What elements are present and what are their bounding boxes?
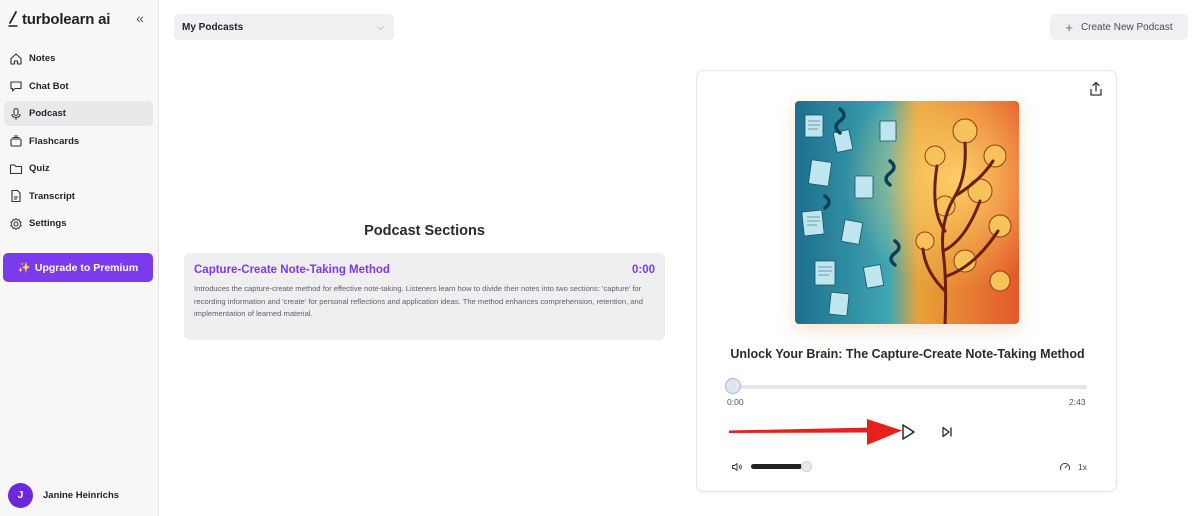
- sidebar-item-flashcards[interactable]: Flashcards: [4, 129, 153, 154]
- sidebar-item-label: Settings: [29, 218, 67, 229]
- section-description: Introduces the capture-create method for…: [194, 284, 643, 318]
- annotation-arrow-icon: [729, 419, 902, 445]
- sidebar-item-label: Flashcards: [29, 135, 80, 147]
- section-card[interactable]: Capture-Create Note-Taking Method 0:00 I…: [184, 253, 665, 340]
- volume-handle[interactable]: [801, 461, 812, 472]
- upgrade-button[interactable]: ✨ Upgrade to Premium: [3, 253, 153, 282]
- app-name: turbolearn ai: [22, 10, 111, 28]
- sidebar-item-label: Quiz: [29, 163, 50, 174]
- episode-title: Unlock Your Brain: The Capture-Create No…: [730, 347, 1085, 361]
- collapse-sidebar-icon[interactable]: «: [133, 11, 147, 25]
- pen-logo-icon: [8, 11, 18, 27]
- volume-level: [751, 464, 802, 469]
- chat-icon: [9, 79, 23, 93]
- sidebar-item-label: Chat Bot: [29, 80, 69, 92]
- sidebar-item-podcast[interactable]: Podcast: [4, 101, 153, 126]
- upgrade-label: Upgrade to Premium: [34, 261, 139, 274]
- sidebar-item-notes[interactable]: Notes: [4, 46, 153, 71]
- folder-icon: [9, 162, 23, 176]
- progress-track[interactable]: [733, 385, 1087, 389]
- skip-next-icon[interactable]: [940, 425, 954, 439]
- volume-icon[interactable]: [731, 461, 743, 473]
- gear-icon: [9, 217, 23, 231]
- user-name: Janine Heinrichs: [43, 490, 120, 501]
- app-logo[interactable]: turbolearn ai: [8, 10, 110, 28]
- sparkle-icon: ✨: [17, 262, 31, 274]
- current-time: 0:00: [727, 397, 744, 407]
- sidebar-item-quiz[interactable]: Quiz: [4, 156, 153, 181]
- sidebar-item-label: Notes: [29, 53, 56, 64]
- avatar: J: [8, 483, 33, 508]
- sidebar-item-settings[interactable]: Settings: [4, 211, 153, 236]
- section-title: Capture-Create Note-Taking Method: [194, 264, 390, 276]
- create-podcast-label: Create New Podcast: [1080, 21, 1173, 33]
- user-profile[interactable]: J Janine Heinrichs: [8, 483, 119, 508]
- microphone-icon: [9, 107, 23, 121]
- share-icon[interactable]: [1088, 81, 1104, 97]
- sections-heading: Podcast Sections: [364, 223, 485, 239]
- speedometer-icon: [1060, 463, 1070, 471]
- sidebar-item-chat-bot[interactable]: Chat Bot: [4, 74, 153, 99]
- document-icon: [9, 189, 23, 203]
- podcast-select[interactable]: My Podcasts ⌵: [174, 14, 394, 40]
- chevron-down-icon: ⌵: [377, 21, 384, 32]
- section-timestamp[interactable]: 0:00: [632, 264, 655, 276]
- create-podcast-button[interactable]: + Create New Podcast: [1050, 14, 1188, 40]
- sidebar-item-label: Transcript: [29, 190, 75, 202]
- sidebar-item-transcript[interactable]: Transcript: [4, 184, 153, 209]
- sidebar: turbolearn ai « Notes Chat Bot Podcast F: [0, 0, 159, 516]
- playback-speed[interactable]: 1x: [1078, 462, 1087, 472]
- podcast-cover-image: [795, 101, 1019, 324]
- home-icon: [9, 52, 23, 66]
- podcast-select-value: My Podcasts: [182, 21, 244, 33]
- cover-art: [795, 101, 1019, 324]
- plus-icon: +: [1065, 19, 1073, 35]
- progress-handle[interactable]: [725, 378, 741, 394]
- duration: 2:43: [1069, 397, 1086, 407]
- sidebar-item-label: Podcast: [29, 108, 66, 119]
- cards-icon: [9, 134, 23, 148]
- sidebar-nav: Notes Chat Bot Podcast Flashcards Quiz T…: [4, 46, 153, 239]
